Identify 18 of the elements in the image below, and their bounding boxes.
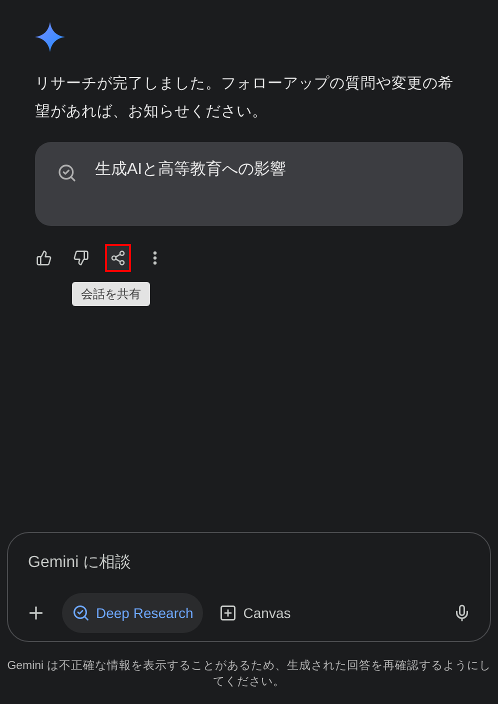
more-icon xyxy=(153,251,157,265)
share-icon xyxy=(110,250,126,266)
tooltip: 会話を共有 xyxy=(72,282,150,306)
thumbs-down-icon xyxy=(73,250,89,266)
microphone-icon xyxy=(453,604,471,622)
tool-chip[interactable]: Deep Research xyxy=(62,593,204,633)
share-button[interactable] xyxy=(105,244,131,272)
tool-chip[interactable]: Canvas xyxy=(209,593,301,633)
magnifier-icon xyxy=(57,163,77,183)
canvas-icon xyxy=(219,604,238,622)
disclaimer-text: Gemini は不正確な情報を表示することがあるため、生成された回答を再確認するようにしてください。 xyxy=(6,658,492,690)
prompt-input[interactable]: Gemini に相談 xyxy=(16,551,482,575)
report-card[interactable]: 生成AIと高等教育への影響 xyxy=(35,142,463,226)
report-title: 生成AIと高等教育への影響 xyxy=(95,159,286,180)
thumbs-up-icon xyxy=(36,250,52,266)
sparkle-icon xyxy=(35,22,65,52)
magnifier-icon xyxy=(72,604,90,622)
response-text: リサーチが完了しました。フォローアップの質問や変更の希望があれば、お知らせください。 xyxy=(35,74,454,122)
